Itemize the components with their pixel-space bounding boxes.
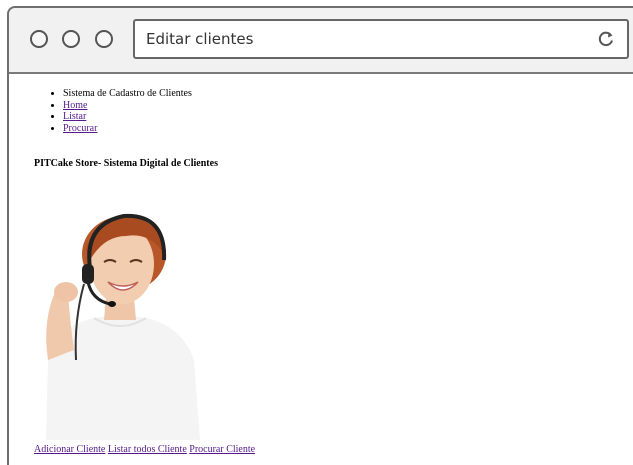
reload-icon[interactable] bbox=[597, 30, 615, 48]
support-agent-photo bbox=[46, 213, 200, 440]
nav-link-home[interactable]: Home bbox=[63, 100, 87, 111]
nav-link-procurar[interactable]: Procurar bbox=[63, 123, 97, 134]
footer-links: Adicionar Cliente Listar todos Cliente P… bbox=[34, 444, 255, 455]
nav-item-procurar: Procurar bbox=[63, 123, 192, 135]
page-content: Sistema de Cadastro de Clientes Home Lis… bbox=[9, 74, 633, 465]
add-client-link[interactable]: Adicionar Cliente bbox=[34, 444, 105, 455]
window-control-circle-1[interactable] bbox=[30, 30, 48, 48]
address-bar[interactable]: Editar clientes bbox=[133, 19, 629, 59]
nav-item-listar: Listar bbox=[63, 111, 192, 123]
nav-link-listar[interactable]: Listar bbox=[63, 111, 86, 122]
page-title: PITCake Store- Sistema Digital de Client… bbox=[34, 158, 218, 169]
nav-heading-text: Sistema de Cadastro de Clientes bbox=[63, 88, 192, 99]
browser-window: Editar clientes Sistema de Cadastro de C… bbox=[7, 6, 633, 465]
nav-list: Sistema de Cadastro de Clientes Home Lis… bbox=[49, 88, 192, 134]
nav-item-heading: Sistema de Cadastro de Clientes bbox=[63, 88, 192, 100]
list-all-clients-link[interactable]: Listar todos Cliente bbox=[108, 444, 187, 455]
window-control-circle-2[interactable] bbox=[62, 30, 80, 48]
search-client-link[interactable]: Procurar Cliente bbox=[189, 444, 255, 455]
address-text: Editar clientes bbox=[146, 30, 254, 48]
window-control-circle-3[interactable] bbox=[95, 30, 113, 48]
nav-item-home: Home bbox=[63, 100, 192, 112]
browser-toolbar: Editar clientes bbox=[9, 8, 633, 74]
